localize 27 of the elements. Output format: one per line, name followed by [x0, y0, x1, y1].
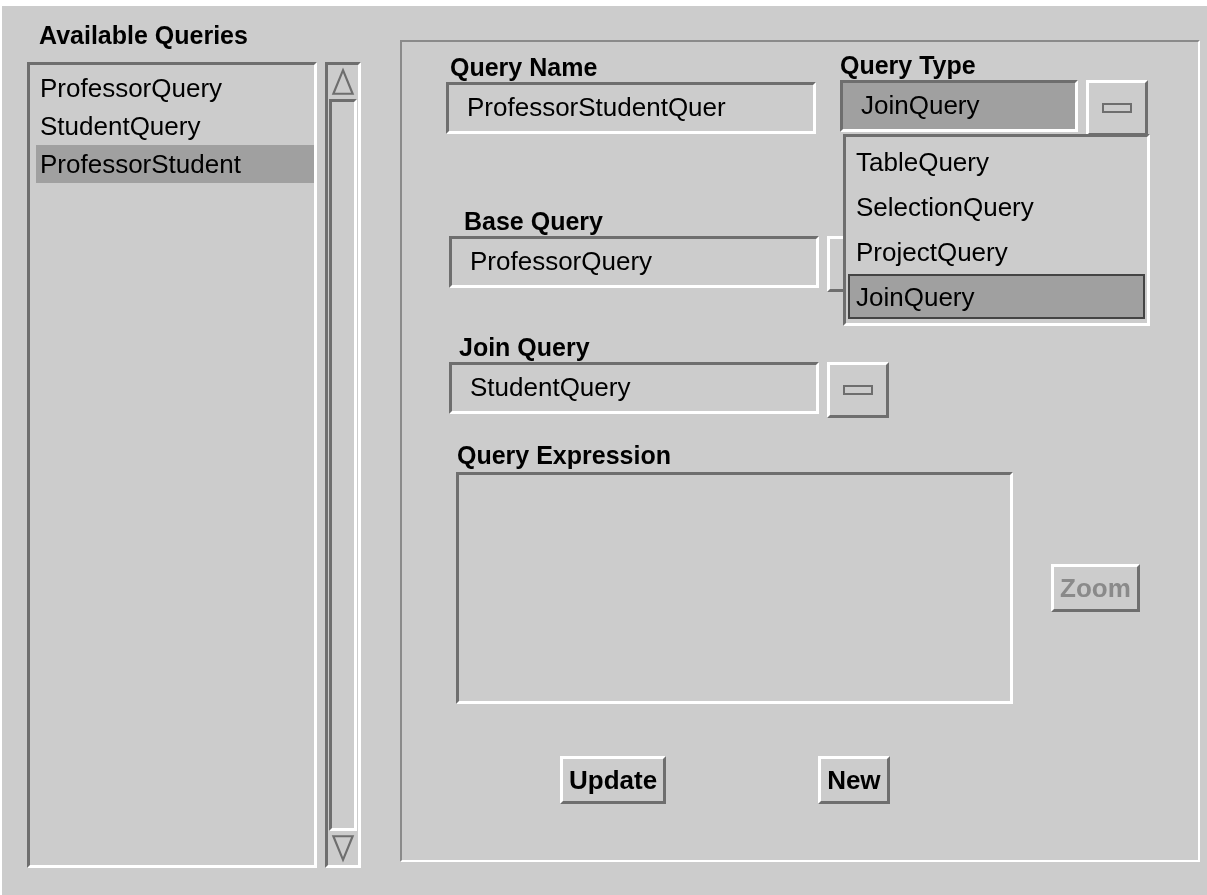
- action-button[interactable]: New: [818, 756, 890, 804]
- field-label: Base Query: [464, 206, 603, 236]
- menu-item[interactable]: ProjectQuery: [848, 229, 1145, 274]
- menu-item[interactable]: SelectionQuery: [848, 184, 1145, 229]
- query-list[interactable]: ProfessorQuery StudentQuery ProfessorStudent: [27, 62, 317, 868]
- menu-item[interactable]: TableQuery: [848, 139, 1145, 184]
- input-field[interactable]: ProfessorStudentQuer: [446, 82, 816, 134]
- field-label: Join Query: [459, 332, 590, 362]
- scroll-up-icon[interactable]: [330, 67, 356, 97]
- list-item[interactable]: ProfessorStudent: [36, 145, 314, 183]
- dropdown-button[interactable]: [827, 362, 889, 418]
- field-label: Query Type: [840, 50, 976, 80]
- list-item[interactable]: ProfessorQuery: [36, 69, 314, 107]
- dropdown-field[interactable]: ProfessorQuery: [449, 236, 819, 288]
- bar-icon: [843, 385, 873, 395]
- list-item[interactable]: StudentQuery: [36, 107, 314, 145]
- list-title: Available Queries: [39, 20, 248, 50]
- dropdown-field[interactable]: StudentQuery: [449, 362, 819, 414]
- field-label: Query Expression: [457, 440, 671, 470]
- scrollbar[interactable]: [325, 62, 361, 868]
- action-button[interactable]: Update: [560, 756, 667, 804]
- field-label: Query Name: [450, 52, 598, 82]
- menu-item[interactable]: JoinQuery: [848, 274, 1145, 319]
- bar-icon: [1102, 103, 1132, 113]
- dropdown-field[interactable]: JoinQuery: [840, 80, 1078, 132]
- scroll-down-icon[interactable]: [330, 833, 356, 863]
- dropdown-button[interactable]: [1086, 80, 1148, 136]
